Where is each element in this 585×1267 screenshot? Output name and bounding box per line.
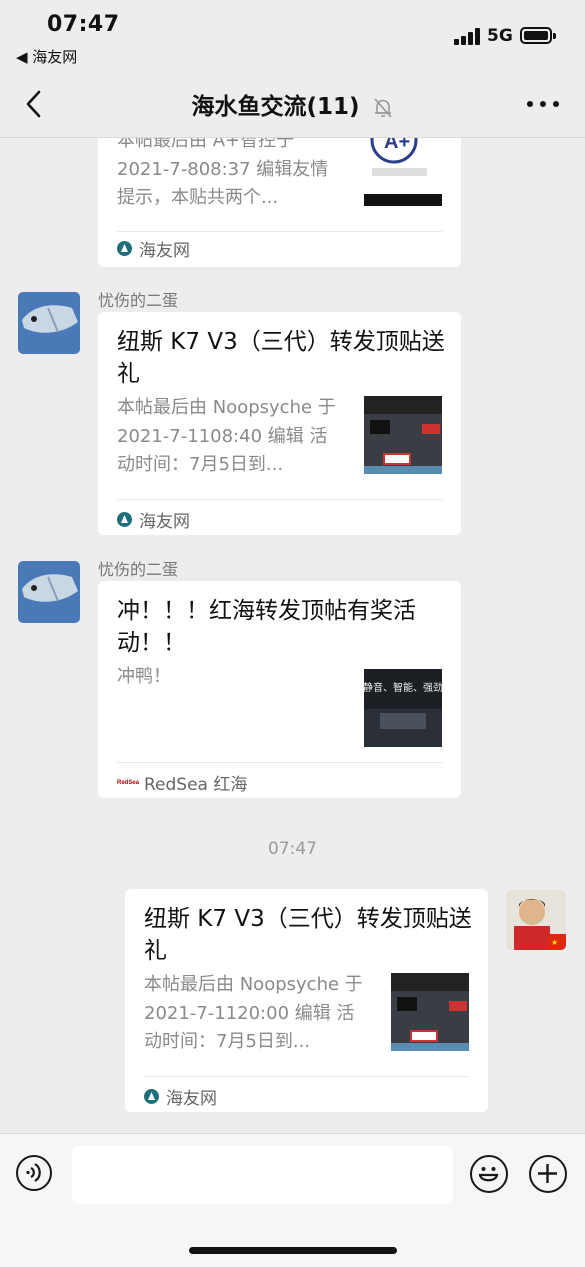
smiley-icon	[478, 1167, 499, 1182]
svg-text:A+: A+	[384, 138, 410, 153]
chat-title: 海水鱼交流(11)	[191, 94, 360, 120]
thumb-caption: 静音、智能、强劲	[364, 681, 442, 694]
chat-timestamp: 07:47	[268, 839, 317, 859]
sender-name: 忧伤的二蛋	[98, 291, 179, 310]
card-title: 冲！！！红海转发顶帖有奖活动！！	[117, 598, 416, 656]
sender-name: 忧伤的二蛋	[98, 560, 179, 579]
card-thumbnail	[364, 396, 442, 474]
more-functions-button[interactable]	[529, 1155, 567, 1193]
card-description: 冲鸭！	[117, 666, 171, 687]
card-thumbnail: 静音、智能、强劲	[364, 669, 442, 747]
card-thumbnail: A+	[364, 138, 442, 206]
card-divider	[117, 231, 442, 232]
status-bar: 07:47 ◀ 海友网 5G	[0, 0, 585, 75]
card-description: 本帖最后由 Noopsyche 于 2021-7-1120:00 编辑 活动时间…	[144, 974, 363, 1052]
haiyou-logo-icon	[117, 512, 132, 527]
card-source-label: 海友网	[139, 512, 190, 532]
card-source-label: 海友网	[139, 241, 190, 261]
plus-icon	[538, 1164, 557, 1183]
avatar[interactable]	[18, 292, 80, 354]
voice-input-button[interactable]	[16, 1155, 52, 1191]
card-source: RedSea RedSea 红海	[117, 770, 247, 795]
fish-avatar-icon	[18, 292, 80, 354]
voice-icon	[26, 1163, 41, 1182]
card-title: 纽斯 K7 V3（三代）转发顶贴送礼	[144, 906, 472, 964]
link-card[interactable]: 纽斯 K7 V3（三代）转发顶贴送礼 本帖最后由 Noopsyche 于 202…	[98, 312, 461, 535]
card-source: 海友网	[117, 507, 190, 532]
link-card[interactable]: 冲！！！红海转发顶帖有奖活动！！ 冲鸭！ 静音、智能、强劲 RedSea Red…	[98, 581, 461, 798]
card-divider	[117, 499, 442, 500]
card-source: 海友网	[144, 1084, 217, 1109]
redsea-logo-icon: RedSea	[117, 779, 140, 786]
more-options-icon[interactable]	[527, 101, 561, 111]
card-description: 本帖最后由 A+智控于2021-7-808:37 编辑友情提示，本贴共两个...	[117, 138, 329, 208]
my-avatar[interactable]: ★	[506, 890, 566, 950]
card-thumbnail	[391, 973, 469, 1051]
battery-icon	[520, 27, 556, 44]
card-description: 本帖最后由 Noopsyche 于 2021-7-1108:40 编辑 活动时间…	[117, 397, 336, 475]
mute-bell-icon	[373, 97, 392, 118]
link-card[interactable]: 本帖最后由 A+智控于2021-7-808:37 编辑友情提示，本贴共两个...…	[98, 138, 461, 267]
user-photo-icon: ★	[506, 890, 566, 950]
card-source-label: RedSea 红海	[144, 775, 248, 795]
card-title: 纽斯 K7 V3（三代）转发顶贴送礼	[117, 329, 445, 387]
message-input-bar	[0, 1133, 585, 1267]
avatar[interactable]	[18, 561, 80, 623]
signal-icon	[454, 27, 482, 45]
svg-text:★: ★	[551, 938, 558, 947]
status-time: 07:47	[47, 12, 120, 37]
home-indicator[interactable]	[189, 1247, 397, 1254]
network-type: 5G	[487, 26, 513, 46]
card-source: 海友网	[117, 236, 190, 261]
message-text-input[interactable]	[72, 1146, 453, 1204]
haiyou-logo-icon	[144, 1089, 159, 1104]
fish-avatar-icon	[18, 561, 80, 623]
back-to-app-link[interactable]: ◀ 海友网	[16, 46, 77, 67]
card-divider	[144, 1076, 469, 1077]
chat-title-wrap: 海水鱼交流(11)	[0, 87, 585, 121]
card-source-label: 海友网	[166, 1089, 217, 1109]
card-divider	[117, 762, 442, 763]
chat-message-list[interactable]: 本帖最后由 A+智控于2021-7-808:37 编辑友情提示，本贴共两个...…	[0, 138, 585, 1133]
chat-header: 海水鱼交流(11)	[0, 75, 585, 138]
haiyou-logo-icon	[117, 241, 132, 256]
emoji-button[interactable]	[470, 1155, 508, 1193]
link-card[interactable]: 纽斯 K7 V3（三代）转发顶贴送礼 本帖最后由 Noopsyche 于 202…	[125, 889, 488, 1112]
